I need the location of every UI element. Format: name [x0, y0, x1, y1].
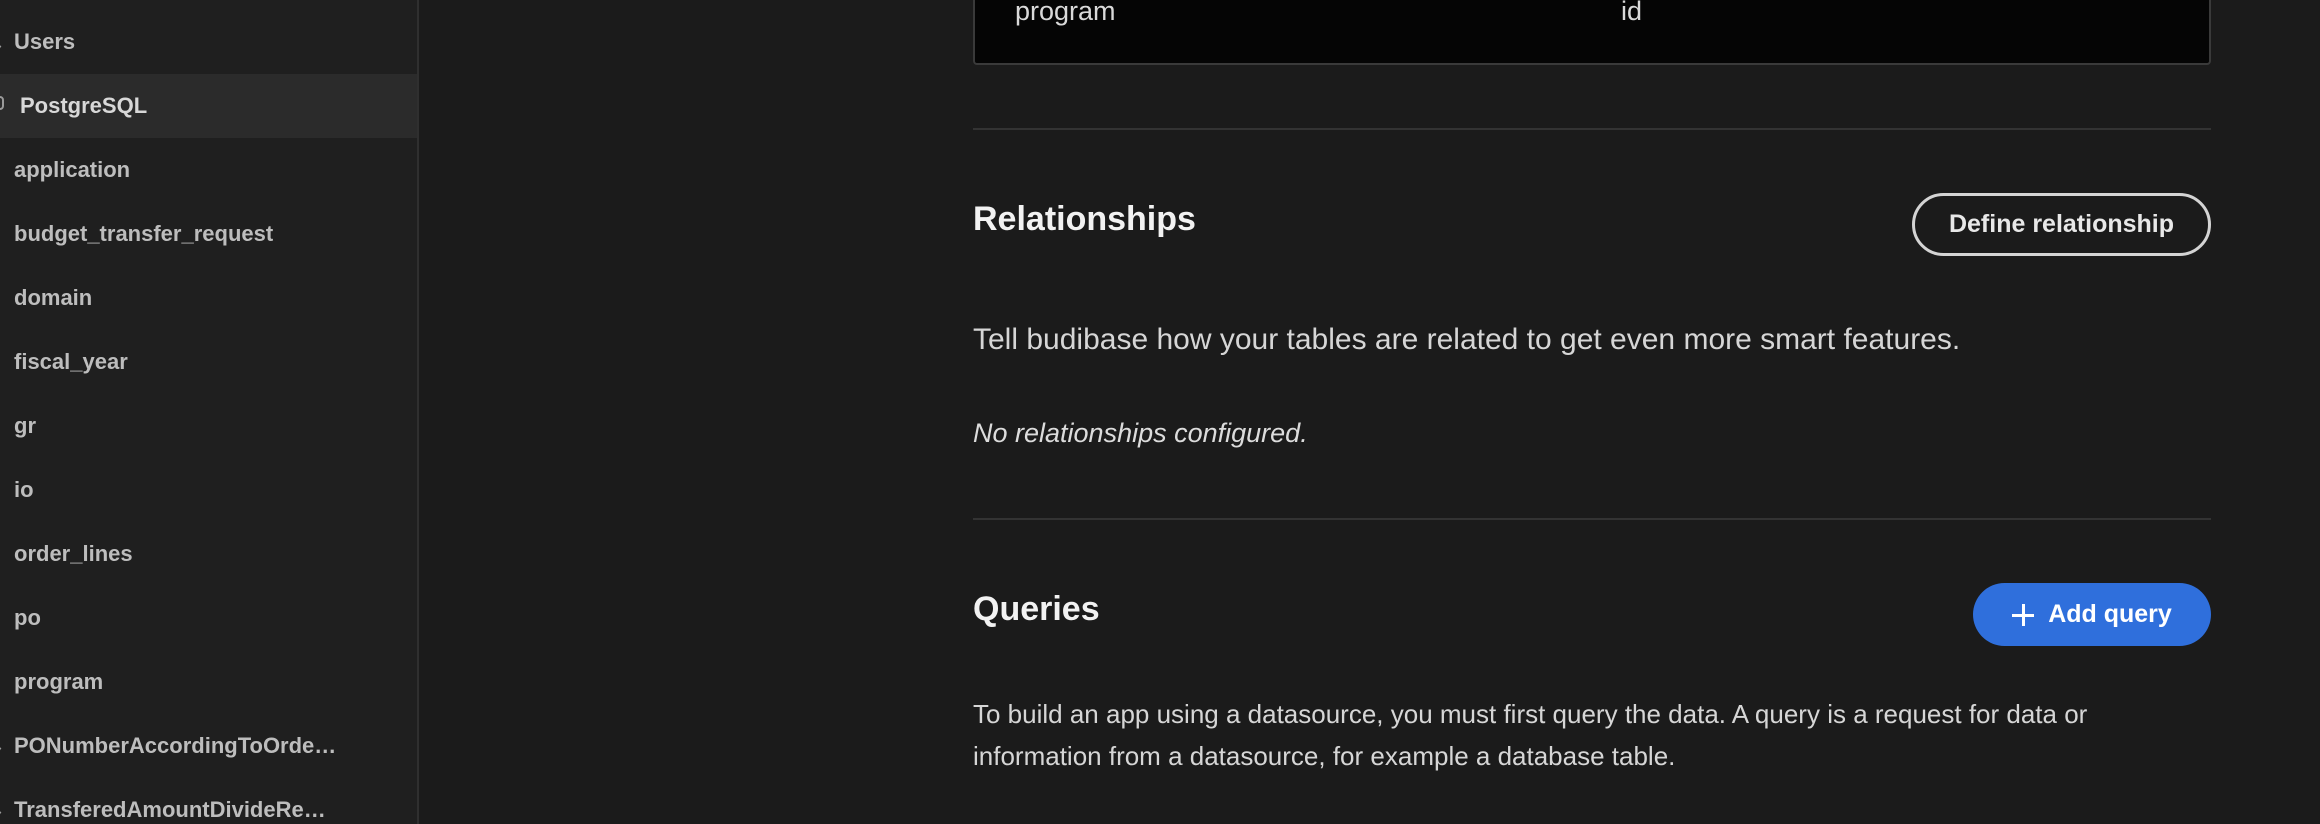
table-icon — [0, 417, 2, 435]
table-icon — [0, 545, 2, 563]
queries-title: Queries — [973, 590, 1100, 628]
schema-table-row: program id — [973, 0, 2211, 65]
queries-description-line2: information from a datasource, for examp… — [973, 741, 1676, 771]
add-query-button[interactable]: Add query — [1973, 583, 2211, 646]
add-query-label: Add query — [2048, 600, 2172, 628]
view-icon — [0, 811, 6, 821]
sidebar-item-label: program — [14, 669, 104, 694]
sidebar-item-application[interactable]: application — [0, 138, 417, 202]
sidebar-item-label: domain — [14, 285, 93, 310]
relationships-description: Tell budibase how your tables are relate… — [973, 323, 1961, 356]
user-icon — [0, 45, 6, 55]
relationships-empty-text: No relationships configured. — [973, 418, 1308, 448]
schema-column-name: id — [1621, 0, 1643, 26]
sidebar-item-domain[interactable]: domain — [0, 266, 417, 330]
table-icon — [0, 481, 2, 499]
sidebar-item-label: budget_transfer_request — [14, 221, 274, 246]
sidebar-item-transferedamount-view[interactable]: TransferedAmountDivideRe… — [0, 778, 417, 824]
sidebar-item-budget-transfer-request[interactable]: budget_transfer_request — [0, 202, 417, 266]
sidebar-item-label: fiscal_year — [14, 349, 128, 374]
sidebar-item-label: io — [14, 477, 34, 502]
sidebar-item-label: application — [14, 157, 131, 182]
sidebar-item-label: po — [14, 605, 41, 630]
sidebar-item-label: Users — [14, 29, 76, 54]
sidebar-item-order-lines[interactable]: order_lines — [0, 522, 417, 586]
sidebar-item-ponumber-view[interactable]: PONumberAccordingToOrde… — [0, 714, 417, 778]
relationships-title: Relationships — [973, 200, 1196, 238]
define-relationship-button[interactable]: Define relationship — [1912, 193, 2211, 256]
sidebar-item-fiscal-year[interactable]: fiscal_year — [0, 330, 417, 394]
sidebar-item-label: gr — [14, 413, 36, 438]
sidebar-item-label: TransferedAmountDivideRe… — [14, 797, 326, 822]
section-divider — [973, 128, 2211, 130]
section-divider — [973, 518, 2211, 520]
sidebar-item-label: PONumberAccordingToOrde… — [14, 733, 337, 758]
sidebar-item-io[interactable]: io — [0, 458, 417, 522]
sidebar-item-label: PostgreSQL — [20, 93, 148, 118]
plus-icon — [2012, 603, 2035, 626]
sidebar-item-gr[interactable]: gr — [0, 394, 417, 458]
sidebar-item-postgresql[interactable]: PostgreSQL — [0, 74, 417, 138]
database-icon — [0, 96, 4, 110]
table-icon — [0, 353, 2, 371]
table-icon — [0, 673, 2, 691]
sidebar-item-users[interactable]: Users — [0, 10, 417, 74]
sidebar-item-po[interactable]: po — [0, 586, 417, 650]
table-icon — [0, 161, 2, 179]
sidebar-item-program[interactable]: program — [0, 650, 417, 714]
table-icon — [0, 609, 2, 627]
sidebar-item-label: order_lines — [14, 541, 133, 566]
table-icon — [0, 289, 2, 307]
schema-table-name: program — [1015, 0, 1116, 26]
sidebar: Users PostgreSQL application budget_tran… — [0, 0, 419, 824]
view-icon — [0, 747, 6, 757]
table-icon — [0, 225, 2, 243]
queries-description-line1: To build an app using a datasource, you … — [973, 699, 2088, 729]
